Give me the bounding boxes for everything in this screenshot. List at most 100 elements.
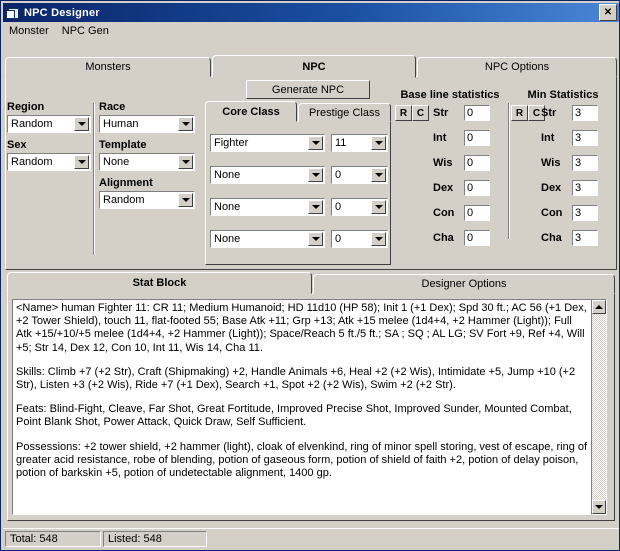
class-row: None 0 [210,166,388,184]
generate-npc-button[interactable]: Generate NPC [246,80,370,99]
status-listed: Listed: 548 [103,530,207,547]
tab-npc[interactable]: NPC [212,55,416,78]
class-level-value-2: 0 [335,169,342,181]
class-level-combo-4[interactable]: 0 [331,230,388,248]
min-stat-input-cha[interactable]: 3 [572,230,598,246]
title-bar: NPC Designer ✕ [3,3,619,22]
statistics-group: Base line statistics Min Statistics R C … [391,89,617,265]
sex-label: Sex [7,139,27,151]
class-combo-4[interactable]: None [210,230,325,248]
chevron-down-icon[interactable] [308,200,323,214]
class-level-combo-3[interactable]: 0 [331,198,388,216]
min-stat-label-int: Int [541,132,555,144]
stat-block-scrollbar[interactable] [591,299,607,515]
race-value: Human [103,118,139,130]
tab-designer-options[interactable]: Designer Options [313,274,615,294]
status-bar: Total: 548 Listed: 548 [3,528,619,548]
alignment-combo[interactable]: Random [99,191,195,209]
class-value-1: Fighter [214,137,249,149]
base-stat-label-wis: Wis [433,157,453,169]
stat-block-paragraph-possessions: Possessions: +2 tower shield, +2 hammer … [16,440,588,480]
chevron-down-icon[interactable] [308,136,323,150]
base-stat-input-wis[interactable]: 0 [464,155,490,171]
menu-bar: Monster NPC Gen [3,22,619,40]
base-stat-label-str: Str [433,107,449,119]
tab-core-class[interactable]: Core Class [205,101,297,122]
template-label: Template [99,139,147,151]
sex-value: Random [11,156,53,168]
chevron-down-icon[interactable] [371,232,386,246]
race-label: Race [99,101,126,113]
base-stat-input-str[interactable]: 0 [464,105,490,121]
template-combo[interactable]: None [99,153,195,171]
chevron-down-icon[interactable] [178,155,193,169]
min-stat-label-con: Con [541,207,563,219]
base-stat-row-dex: Dex 0 [391,180,509,198]
base-stat-row-int: Int 0 [391,130,509,148]
stat-block-paragraph-skills: Skills: Climb +7 (+2 Str), Craft (Shipma… [16,365,576,392]
stat-block-paragraph-feats: Feats: Blind-Fight, Cleave, Far Shot, Gr… [16,403,572,429]
region-combo[interactable]: Random [7,115,91,133]
chevron-down-icon[interactable] [308,168,323,182]
tab-prestige-class[interactable]: Prestige Class [298,103,391,122]
race-combo[interactable]: Human [99,115,195,133]
stat-block-textarea[interactable]: <Name> human Fighter 11: CR 11; Medium H… [12,299,594,515]
chevron-down-icon[interactable] [74,117,89,131]
menu-item-npc-gen[interactable]: NPC Gen [62,24,116,38]
min-stat-label-dex: Dex [541,182,562,194]
min-stat-input-str[interactable]: 3 [572,105,598,121]
min-stat-input-con[interactable]: 3 [572,205,598,221]
base-stat-row-wis: Wis 0 [391,155,509,173]
app-window-icon [6,6,20,19]
menu-item-monster[interactable]: Monster [9,24,56,38]
chevron-down-icon[interactable] [308,232,323,246]
class-level-value-4: 0 [335,233,342,245]
min-stat-input-dex[interactable]: 3 [572,180,598,196]
base-stat-row-str: Str 0 [391,105,509,123]
base-stat-input-cha[interactable]: 0 [464,230,490,246]
class-combo-3[interactable]: None [210,198,325,216]
min-stat-row-str: Str 3 [511,105,617,123]
class-combo-1[interactable]: Fighter [210,134,325,152]
chevron-down-icon[interactable] [371,168,386,182]
class-row: Fighter 11 [210,134,388,152]
class-level-value-1: 11 [335,137,347,149]
min-stat-row-con: Con 3 [511,205,617,223]
npc-basics-group: Region Random Sex Random Race Human Temp… [5,101,201,261]
scroll-down-icon[interactable] [592,500,606,514]
chevron-down-icon[interactable] [371,136,386,150]
close-icon[interactable]: ✕ [599,4,617,21]
base-stat-label-int: Int [433,132,447,144]
sex-combo[interactable]: Random [7,153,91,171]
scroll-up-icon[interactable] [592,300,606,314]
class-row: None 0 [210,230,388,248]
chevron-down-icon[interactable] [178,117,193,131]
region-value: Random [11,118,53,130]
tab-stat-block[interactable]: Stat Block [7,272,312,294]
base-stat-label-cha: Cha [433,232,454,244]
class-value-3: None [214,201,241,213]
npc-designer-window: NPC Designer ✕ Monster NPC Gen Monsters … [0,0,620,551]
min-stat-label-str: Str [541,107,557,119]
class-level-combo-2[interactable]: 0 [331,166,388,184]
class-combo-2[interactable]: None [210,166,325,184]
min-stat-input-wis[interactable]: 3 [572,155,598,171]
base-stat-input-dex[interactable]: 0 [464,180,490,196]
status-total: Total: 548 [5,530,101,547]
min-stat-label-wis: Wis [541,157,561,169]
chevron-down-icon[interactable] [74,155,89,169]
min-stat-input-int[interactable]: 3 [572,130,598,146]
chevron-down-icon[interactable] [371,200,386,214]
base-stat-input-con[interactable]: 0 [464,205,490,221]
class-panel: Fighter 11 None 0 None 0 None 0 [205,121,391,265]
min-stat-row-int: Int 3 [511,130,617,148]
tab-monsters[interactable]: Monsters [5,57,211,77]
window-title: NPC Designer [24,6,100,19]
base-stat-input-int[interactable]: 0 [464,130,490,146]
class-level-combo-1[interactable]: 11 [331,134,388,152]
alignment-value: Random [103,194,145,206]
stat-block-paragraph-summary: <Name> human Fighter 11: CR 11; Medium H… [16,302,587,354]
tab-npc-options[interactable]: NPC Options [417,57,617,77]
group-divider [93,103,95,255]
chevron-down-icon[interactable] [178,193,193,207]
